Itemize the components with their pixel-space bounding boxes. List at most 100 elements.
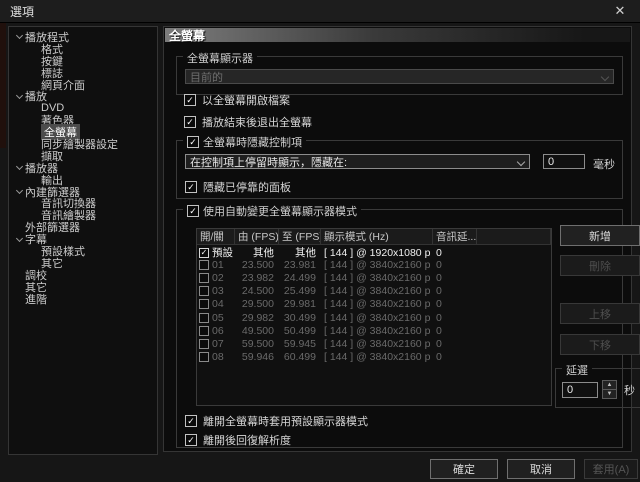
chevron-down-icon[interactable] — [14, 166, 25, 169]
apply-button[interactable]: 套用(A) — [584, 459, 638, 479]
row-audio-delay: 0 — [433, 312, 477, 324]
chevron-down-icon — [601, 73, 609, 81]
chevron-down-icon — [517, 158, 525, 166]
row-id-label: 08 — [212, 351, 224, 363]
move-down-button[interactable]: 下移 — [560, 334, 640, 355]
hide-policy-select[interactable]: 在控制項上停留時顯示，隱藏在: — [185, 154, 530, 169]
sidebar-item[interactable]: 按鍵 — [11, 55, 155, 67]
table-row[interactable]: 0529.98230.499[ 144 ] @ 3840x2160 p0 — [197, 311, 551, 324]
add-mode-button[interactable]: 新增 — [560, 225, 640, 246]
row-to-fps: 59.945 — [279, 338, 321, 350]
cancel-label: 取消 — [530, 461, 552, 477]
table-row[interactable]: 預設其他其他[ 144 ] @ 1920x1080 p0 — [197, 245, 551, 258]
checked-checkbox-icon[interactable] — [185, 181, 197, 193]
row-id-label: 02 — [212, 272, 224, 284]
move-down-label: 下移 — [589, 337, 611, 353]
row-id-label: 03 — [212, 285, 224, 297]
delay-unit-label: 秒 — [624, 382, 635, 398]
checked-checkbox-icon[interactable] — [187, 136, 199, 148]
hide-docked-panels-checkbox[interactable]: 隱藏已停靠的面板 — [185, 179, 291, 195]
unchecked-checkbox-icon[interactable] — [199, 286, 209, 296]
remove-mode-button[interactable]: 刪除 — [560, 255, 640, 276]
spinner-down-icon[interactable]: ▼ — [603, 390, 616, 398]
row-display-mode: [ 144 ] @ 3840x2160 p — [321, 259, 433, 271]
checked-checkbox-icon[interactable] — [199, 248, 209, 258]
row-id-label: 預設 — [212, 245, 233, 260]
fullscreen-monitor-select: 目前的 — [185, 69, 614, 84]
table-row[interactable]: 0649.50050.499[ 144 ] @ 3840x2160 p0 — [197, 324, 551, 337]
table-row[interactable]: 0759.50059.945[ 144 ] @ 3840x2160 p0 — [197, 337, 551, 350]
checked-checkbox-icon[interactable] — [185, 434, 197, 446]
row-from-fps: 其他 — [235, 245, 279, 260]
unchecked-checkbox-icon[interactable] — [199, 339, 209, 349]
delay-spinner: 0 ▲ ▼ 秒 — [562, 380, 635, 399]
unchecked-checkbox-icon[interactable] — [199, 299, 209, 309]
row-from-fps: 23.500 — [235, 259, 279, 271]
unchecked-checkbox-icon[interactable] — [199, 313, 209, 323]
row-to-fps: 29.981 — [279, 298, 321, 310]
hide-delay-input[interactable]: 0 — [543, 154, 585, 169]
autochange-mode-group: 使用自動變更全螢幕顯示器模式 開/關由 (FPS)至 (FPS)顯示模式 (Hz… — [176, 209, 623, 448]
row-display-mode: [ 144 ] @ 3840x2160 p — [321, 325, 433, 337]
checked-checkbox-icon[interactable] — [184, 94, 196, 106]
unchecked-checkbox-icon[interactable] — [199, 352, 209, 362]
row-to-fps: 50.499 — [279, 325, 321, 337]
options-dialog: 選項 ✕ 播放程式格式按鍵標誌網頁介面播放DVD著色器全螢幕同步繪製器設定擷取播… — [0, 0, 640, 482]
chevron-down-icon[interactable] — [14, 190, 25, 193]
chevron-down-icon[interactable] — [14, 35, 25, 38]
sidebar-item[interactable]: 進階 — [11, 293, 155, 305]
table-column-header[interactable]: 至 (FPS) — [279, 229, 321, 244]
table-column-header[interactable]: 音訊延... — [433, 229, 477, 244]
hide-docked-panels-label: 隱藏已停靠的面板 — [203, 179, 291, 195]
ok-button[interactable]: 確定 — [430, 459, 498, 479]
row-to-fps: 23.981 — [279, 259, 321, 271]
apply-label: 套用(A) — [593, 461, 630, 477]
ok-label: 確定 — [453, 461, 475, 477]
sidebar-item[interactable]: 播放器 — [11, 162, 155, 174]
row-from-fps: 59.946 — [235, 351, 279, 363]
row-from-fps: 59.500 — [235, 338, 279, 350]
display-mode-table: 開/關由 (FPS)至 (FPS)顯示模式 (Hz)音訊延... 預設其他其他[… — [196, 228, 552, 406]
row-display-mode: [ 144 ] @ 3840x2160 p — [321, 272, 433, 284]
delay-group: 延遲 0 ▲ ▼ 秒 — [555, 368, 640, 408]
unchecked-checkbox-icon[interactable] — [199, 260, 209, 270]
exit-fullscreen-end-checkbox[interactable]: 播放結束後退出全螢幕 — [184, 114, 312, 130]
table-row[interactable]: 0123.50023.981[ 144 ] @ 3840x2160 p0 — [197, 258, 551, 271]
mode-table-body: 預設其他其他[ 144 ] @ 1920x1080 p00123.50023.9… — [197, 245, 551, 364]
delay-spinner-input[interactable]: 0 — [562, 382, 598, 398]
chevron-down-icon[interactable] — [14, 95, 25, 98]
table-column-header[interactable]: 開/關 — [197, 229, 235, 244]
row-audio-delay: 0 — [433, 325, 477, 337]
row-to-fps: 25.499 — [279, 285, 321, 297]
checked-checkbox-icon[interactable] — [187, 205, 199, 217]
apply-default-mode-checkbox[interactable]: 離開全螢幕時套用預設顯示器模式 — [185, 413, 368, 429]
table-row[interactable]: 0223.98224.499[ 144 ] @ 3840x2160 p0 — [197, 271, 551, 284]
table-row[interactable]: 0859.94660.499[ 144 ] @ 3840x2160 p0 — [197, 351, 551, 364]
sidebar-item[interactable]: 播放程式 — [11, 31, 155, 43]
move-up-button[interactable]: 上移 — [560, 303, 640, 324]
close-icon[interactable]: ✕ — [608, 2, 632, 20]
restore-resolution-label: 離開後回復解析度 — [203, 432, 291, 448]
open-files-fullscreen-label: 以全螢幕開啟檔案 — [202, 92, 290, 108]
cancel-button[interactable]: 取消 — [507, 459, 575, 479]
row-from-fps: 23.982 — [235, 272, 279, 284]
checked-checkbox-icon[interactable] — [185, 415, 197, 427]
open-files-fullscreen-checkbox[interactable]: 以全螢幕開啟檔案 — [184, 92, 290, 108]
row-audio-delay: 0 — [433, 338, 477, 350]
table-column-header[interactable]: 由 (FPS) — [235, 229, 279, 244]
unchecked-checkbox-icon[interactable] — [199, 273, 209, 283]
restore-resolution-checkbox[interactable]: 離開後回復解析度 — [185, 432, 291, 448]
chevron-down-icon[interactable] — [14, 238, 25, 241]
table-row[interactable]: 0429.50029.981[ 144 ] @ 3840x2160 p0 — [197, 298, 551, 311]
checked-checkbox-icon[interactable] — [184, 116, 196, 128]
row-audio-delay: 0 — [433, 259, 477, 271]
row-audio-delay: 0 — [433, 285, 477, 297]
sidebar-item[interactable]: 同步繪製器設定 — [11, 138, 155, 150]
table-row[interactable]: 0324.50025.499[ 144 ] @ 3840x2160 p0 — [197, 285, 551, 298]
table-column-header[interactable] — [477, 229, 551, 244]
spinner-up-icon[interactable]: ▲ — [603, 381, 616, 390]
table-column-header[interactable]: 顯示模式 (Hz) — [321, 229, 433, 244]
hide-delay-unit-label: 毫秒 — [593, 156, 615, 172]
sidebar-item[interactable]: 著色器 — [11, 114, 155, 126]
unchecked-checkbox-icon[interactable] — [199, 326, 209, 336]
